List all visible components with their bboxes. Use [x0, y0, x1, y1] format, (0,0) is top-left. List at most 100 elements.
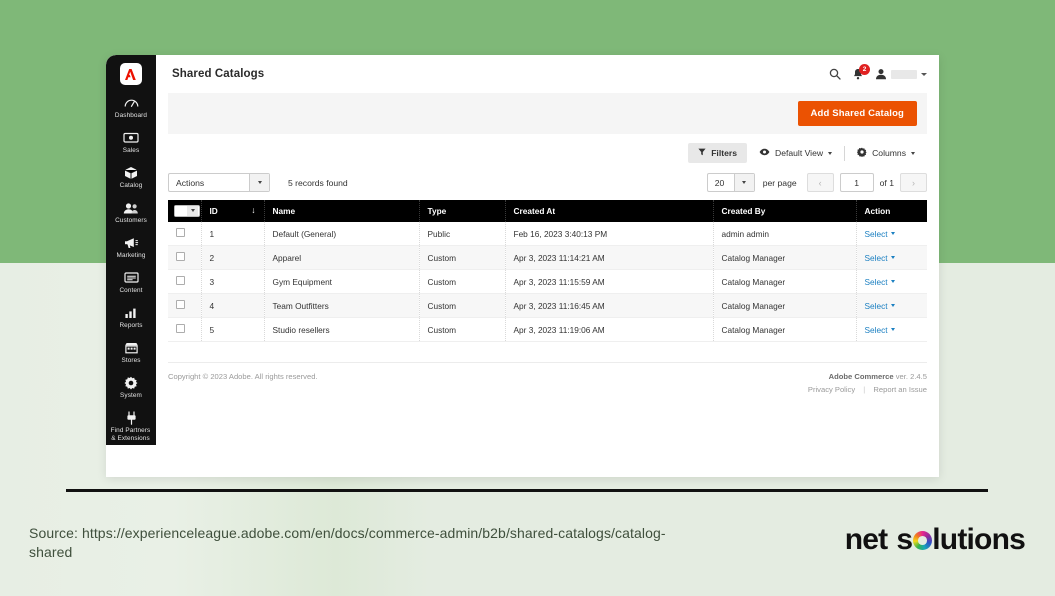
columns-dropdown[interactable]: Columns: [845, 147, 927, 159]
sidebar-item-sales[interactable]: Sales: [106, 130, 156, 155]
row-checkbox[interactable]: [176, 252, 185, 261]
row-select-action-label: Select: [864, 324, 888, 335]
row-cell-id: 2: [201, 245, 265, 270]
sidebar-item-label: Content: [119, 287, 143, 294]
user-icon: [875, 68, 887, 80]
chevron-down-icon: [890, 232, 895, 235]
row-select-action-label: Select: [864, 228, 888, 239]
row-select-action-dropdown[interactable]: Select: [865, 253, 895, 263]
filters-button[interactable]: Filters: [688, 143, 747, 163]
brand-word-solutions-prefix: s: [896, 523, 913, 556]
row-cell-action: Select: [856, 317, 927, 342]
per-page-dropdown[interactable]: 20: [706, 173, 755, 192]
page-number-input[interactable]: [839, 173, 874, 192]
actions-dropdown[interactable]: Actions: [168, 173, 270, 192]
adobe-logo[interactable]: [120, 63, 142, 85]
catalogs-grid-wrapper: ID ↓ Name Type Created At Created By Act…: [156, 200, 939, 342]
search-icon[interactable]: [829, 68, 841, 80]
row-select-cell[interactable]: [168, 293, 202, 318]
row-cell-name: Default (General): [264, 222, 420, 246]
account-name-placeholder: [891, 69, 917, 79]
sidebar-item-dashboard[interactable]: Dashboard: [106, 95, 156, 120]
report-issue-link[interactable]: Report an Issue: [873, 385, 927, 394]
row-cell-created-at: Apr 3, 2023 11:14:21 AM: [505, 245, 714, 270]
add-shared-catalog-button[interactable]: Add Shared Catalog: [797, 101, 917, 126]
sidebar-item-reports[interactable]: Reports: [106, 305, 156, 330]
column-header-type[interactable]: Type: [419, 200, 506, 222]
column-header-created-at[interactable]: Created At: [505, 200, 714, 222]
row-select-cell[interactable]: [168, 317, 202, 342]
row-checkbox[interactable]: [176, 324, 185, 333]
section-divider-rule: [66, 489, 988, 492]
row-select-action-dropdown[interactable]: Select: [865, 277, 895, 287]
row-checkbox[interactable]: [176, 228, 185, 237]
default-view-label: Default View: [774, 148, 824, 158]
select-all-header[interactable]: [168, 200, 202, 222]
chevron-down-icon: [911, 151, 915, 155]
column-header-name[interactable]: Name: [264, 200, 420, 222]
row-cell-created-by: admin admin: [713, 222, 857, 246]
table-row: 2 Apparel Custom Apr 3, 2023 11:14:21 AM Cat…: [168, 245, 927, 270]
row-cell-type: Custom: [419, 269, 506, 294]
sidebar-item-stores[interactable]: Stores: [106, 340, 156, 365]
default-view-dropdown[interactable]: Default View: [747, 148, 844, 158]
sidebar-item-find-partners-extensions[interactable]: Find Partners & Extensions: [106, 410, 156, 443]
row-select-action-dropdown[interactable]: Select: [865, 229, 895, 239]
sidebar-item-content[interactable]: Content: [106, 270, 156, 295]
sidebar-item-catalog[interactable]: Catalog: [106, 165, 156, 190]
row-cell-name: Team Outfitters: [264, 293, 420, 318]
page-title: Shared Catalogs: [172, 68, 265, 80]
page-actions-bar: Add Shared Catalog: [168, 93, 927, 134]
row-checkbox[interactable]: [176, 276, 185, 285]
row-cell-created-at: Apr 3, 2023 11:19:06 AM: [505, 317, 714, 342]
row-cell-action: Select: [856, 293, 927, 318]
row-cell-created-at: Apr 3, 2023 11:15:59 AM: [505, 269, 714, 294]
table-row: 4 Team Outfitters Custom Apr 3, 2023 11:16:…: [168, 293, 927, 318]
row-cell-created-at: Apr 3, 2023 11:16:45 AM: [505, 293, 714, 318]
net-solutions-logo: net s lutions: [845, 523, 1026, 557]
marketing-icon: [123, 235, 139, 250]
privacy-policy-link[interactable]: Privacy Policy: [808, 385, 855, 394]
sidebar-item-label: Stores: [121, 357, 141, 364]
eye-icon: [759, 148, 770, 158]
row-select-action-label: Select: [864, 300, 888, 311]
sidebar-item-label: Reports: [119, 322, 143, 329]
sidebar-item-system[interactable]: System: [106, 375, 156, 400]
sidebar-item-marketing[interactable]: Marketing: [106, 235, 156, 260]
notifications-button[interactable]: 2: [852, 64, 870, 80]
chevron-down-icon: [921, 72, 927, 76]
product-version: ver. 2.4.5: [895, 372, 927, 381]
select-all-checkbox[interactable]: [174, 204, 200, 217]
sales-icon: [123, 130, 139, 145]
row-select-action-dropdown[interactable]: Select: [865, 325, 895, 335]
content-icon: [123, 270, 139, 285]
row-select-action-dropdown[interactable]: Select: [865, 301, 895, 311]
column-header-id[interactable]: ID ↓: [201, 200, 265, 222]
chevron-down-icon: [890, 328, 895, 331]
extensions-icon: [123, 410, 139, 425]
column-header-created-by[interactable]: Created By: [713, 200, 857, 222]
sort-descending-icon: ↓: [251, 205, 256, 215]
row-select-action-label: Select: [864, 276, 888, 287]
chevron-down-icon: [249, 174, 269, 191]
sidebar-item-label: Catalog: [119, 182, 143, 189]
row-select-cell[interactable]: [168, 269, 202, 294]
table-row: 1 Default (General) Public Feb 16, 2023 3:4…: [168, 222, 927, 246]
catalog-icon: [123, 165, 139, 180]
total-pages-label: of 1: [879, 177, 894, 188]
row-select-cell[interactable]: [168, 222, 202, 246]
account-menu[interactable]: [875, 68, 927, 80]
per-page-value: 20: [714, 177, 725, 188]
row-cell-action: Select: [856, 245, 927, 270]
footer-links: Privacy Policy | Report an Issue: [808, 385, 927, 394]
actions-dropdown-label: Actions: [176, 177, 205, 188]
per-page-label: per page: [762, 177, 797, 188]
admin-content: Shared Catalogs 2 Add Shared Catalog Fil…: [156, 55, 939, 477]
row-select-cell[interactable]: [168, 245, 202, 270]
grid-controls-row: Filters Default View Columns: [156, 134, 939, 163]
previous-page-button[interactable]: ‹: [806, 173, 834, 192]
sidebar-item-customers[interactable]: Customers: [106, 200, 156, 225]
brand-color-ring-icon: [912, 531, 932, 550]
next-page-button[interactable]: ›: [900, 173, 927, 192]
row-checkbox[interactable]: [176, 300, 185, 309]
